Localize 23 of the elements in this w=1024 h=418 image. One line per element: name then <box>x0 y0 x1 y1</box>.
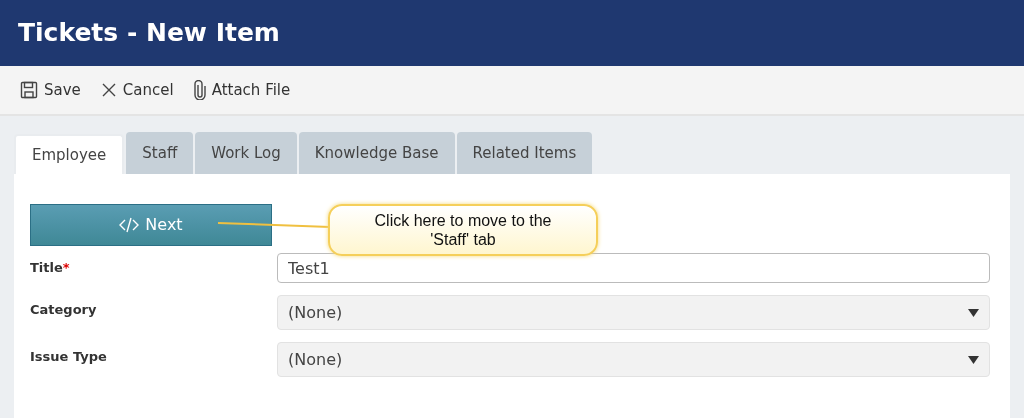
tab[interactable]: Staff <box>126 132 194 174</box>
next-button[interactable]: Next <box>30 204 272 246</box>
close-icon <box>100 82 117 98</box>
code-icon <box>119 217 140 233</box>
tab[interactable]: Employee <box>14 134 125 174</box>
dropdown-arrow-icon <box>968 308 979 317</box>
title-field[interactable]: Test1 <box>277 253 990 283</box>
save-icon <box>20 81 38 99</box>
cancel-button[interactable]: Cancel <box>100 78 174 102</box>
page-title: Tickets - New Item <box>18 17 280 50</box>
paperclip-icon <box>193 80 206 100</box>
field-label: Issue Type <box>30 348 108 367</box>
tab[interactable]: Work Log <box>195 132 297 174</box>
dropdown[interactable]: (None) <box>277 295 990 330</box>
dropdown[interactable]: (None) <box>277 342 990 377</box>
dropdown-arrow-icon <box>968 355 979 364</box>
tab[interactable]: Knowledge Base <box>298 132 455 174</box>
field-label: Category <box>30 301 98 320</box>
attach-file-button[interactable]: Attach File <box>193 78 291 102</box>
save-button[interactable]: Save <box>20 78 81 102</box>
callout: Click here to move to the 'Staff' tab <box>328 204 598 256</box>
tab[interactable]: Related Items <box>456 132 593 174</box>
field-label: Title* <box>30 259 71 278</box>
